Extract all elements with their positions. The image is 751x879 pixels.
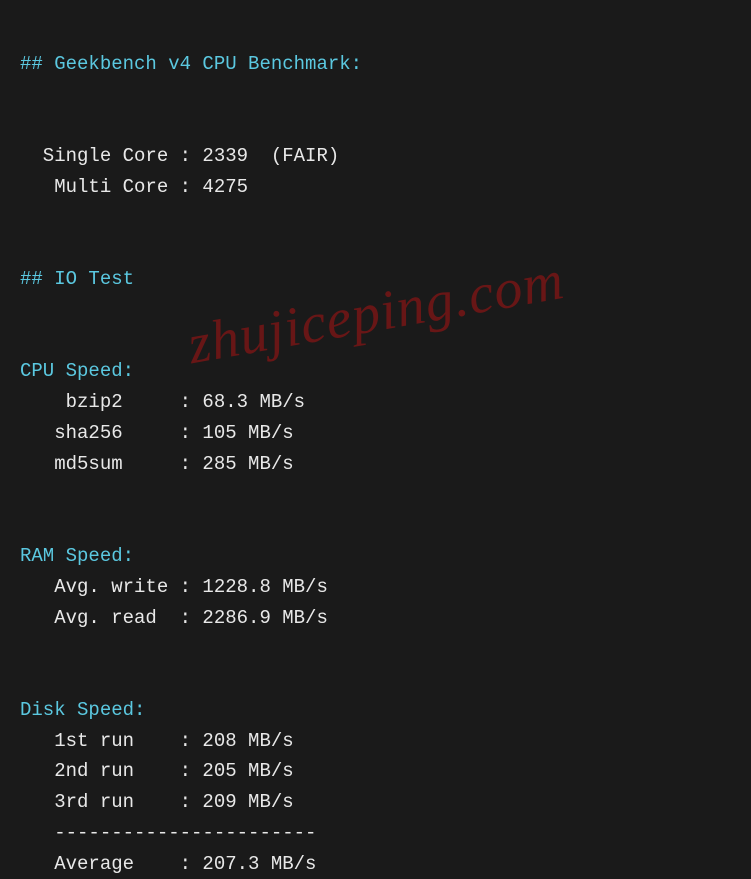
geekbench-heading: ## Geekbench v4 CPU Benchmark: [20,53,362,75]
terminal-output: ## Geekbench v4 CPU Benchmark: Single Co… [20,18,731,879]
disk-run3-line: 3rd run : 209 MB/s [20,791,294,813]
disk-speed-heading: Disk Speed: [20,699,145,721]
io-test-heading: ## IO Test [20,268,134,290]
disk-average-line: Average : 207.3 MB/s [20,853,316,875]
disk-divider-line: ----------------------- [20,822,316,844]
cpu-bzip2-line: bzip2 : 68.3 MB/s [20,391,305,413]
ram-read-line: Avg. read : 2286.9 MB/s [20,607,328,629]
cpu-md5sum-line: md5sum : 285 MB/s [20,453,294,475]
single-core-line: Single Core : 2339 (FAIR) [20,145,339,167]
ram-write-line: Avg. write : 1228.8 MB/s [20,576,328,598]
multi-core-line: Multi Core : 4275 [20,176,248,198]
disk-run2-line: 2nd run : 205 MB/s [20,760,294,782]
cpu-sha256-line: sha256 : 105 MB/s [20,422,294,444]
cpu-speed-heading: CPU Speed: [20,360,134,382]
ram-speed-heading: RAM Speed: [20,545,134,567]
disk-run1-line: 1st run : 208 MB/s [20,730,294,752]
